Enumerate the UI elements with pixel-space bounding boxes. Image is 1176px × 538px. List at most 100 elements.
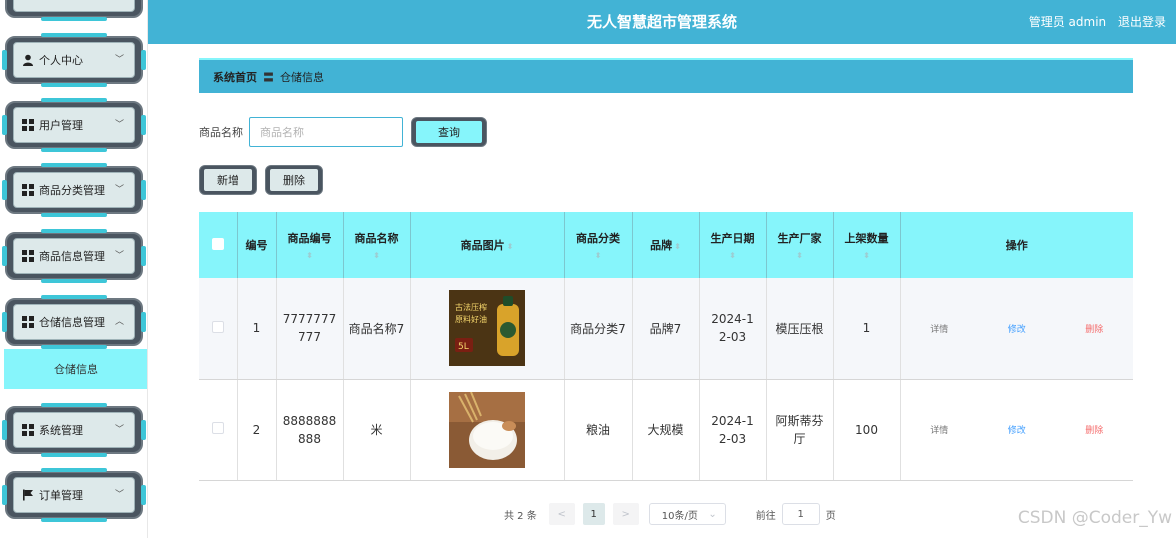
- chevron-down-icon: ⌄: [708, 508, 717, 520]
- svg-text:古法压榨: 古法压榨: [455, 302, 487, 312]
- sort-icon[interactable]: ⬍: [767, 252, 833, 260]
- add-button-label: 新增: [204, 169, 252, 191]
- goto-suffix: 页: [825, 510, 836, 522]
- sort-icon[interactable]: ⬍: [565, 252, 632, 260]
- delete-button[interactable]: 删除: [265, 165, 323, 195]
- sidebar-item-category-management[interactable]: 商品分类管理 ﹀: [2, 163, 146, 217]
- col-ops: 操作: [900, 212, 1133, 278]
- chevron-down-icon: ﹀: [114, 251, 124, 262]
- top-header: 无人智慧超市管理系统 管理员 admin 退出登录: [148, 0, 1176, 44]
- sort-icon[interactable]: ⬍: [277, 252, 343, 260]
- grid-icon: [22, 184, 34, 196]
- row-checkbox-cell[interactable]: [199, 379, 238, 481]
- user-icon: [22, 54, 34, 66]
- pagination: 共 2 条 < 1 > 10条/页 ⌄ 前往 1 页: [504, 503, 836, 525]
- cell-qty: 1: [833, 278, 901, 380]
- table-row: 1 7777777777 商品名称7 古法压榨 原料好油 5L 商品分类7 品牌…: [199, 278, 1133, 380]
- sort-icon[interactable]: ⬍: [700, 252, 766, 260]
- page-size-value: 10条/页: [661, 510, 698, 522]
- col-date[interactable]: 生产日期 ⬍: [699, 212, 767, 278]
- cell-maker: 模压压根: [766, 278, 834, 380]
- sort-icon[interactable]: ⬍: [834, 252, 900, 260]
- chevron-down-icon: ﹀: [114, 185, 124, 196]
- storage-table: 编号 商品编号 ⬍ 商品名称 ⬍ 商品图片 ⬍ 商品分类 ⬍ 品牌 ⬍ 生产日期 ⬍ 生产厂…: [199, 212, 1133, 481]
- sidebar-item-system-management[interactable]: 系统管理 ﹀: [2, 403, 146, 457]
- col-name[interactable]: 商品名称 ⬍: [343, 212, 411, 278]
- sidebar-item-label: 商品信息管理: [39, 250, 105, 263]
- cell-id: 1: [237, 278, 277, 380]
- header-user-area: 管理员 admin 退出登录: [1021, 0, 1166, 44]
- cell-image: [410, 379, 565, 481]
- cell-category: 粮油: [564, 379, 633, 481]
- row-checkbox-cell[interactable]: [199, 278, 238, 380]
- sort-icon[interactable]: ⬍: [674, 242, 681, 251]
- chevron-down-icon: ﹀: [114, 120, 124, 131]
- sidebar-item-label: 用户管理: [39, 119, 83, 132]
- sidebar-item-personal-center[interactable]: 个人中心 ﹀: [2, 33, 146, 87]
- grid-icon: [22, 250, 34, 262]
- cell-ops: 详情 修改 删除: [900, 278, 1133, 380]
- select-all-header[interactable]: [199, 212, 238, 278]
- col-code[interactable]: 商品编号 ⬍: [276, 212, 344, 278]
- oil-bottle-image: 古法压榨 原料好油 5L: [449, 290, 525, 367]
- edit-button[interactable]: 修改: [1008, 322, 1026, 335]
- col-category[interactable]: 商品分类 ⬍: [564, 212, 633, 278]
- sidebar-item-label: 个人中心: [39, 54, 83, 67]
- grid-icon: [22, 316, 34, 328]
- sidebar-item-label: 仓储信息管理: [39, 316, 105, 329]
- cell-date: 2024-12-03: [699, 278, 767, 380]
- chevron-down-icon: ﹀: [114, 55, 124, 66]
- detail-button[interactable]: 详情: [930, 423, 948, 436]
- row-checkbox[interactable]: [211, 320, 224, 333]
- col-brand[interactable]: 品牌 ⬍: [632, 212, 700, 278]
- page-number-1[interactable]: 1: [582, 503, 605, 525]
- goto-page-input[interactable]: 1: [781, 503, 820, 525]
- table-header-row: 编号 商品编号 ⬍ 商品名称 ⬍ 商品图片 ⬍ 商品分类 ⬍ 品牌 ⬍ 生产日期 ⬍ 生产厂…: [199, 212, 1133, 278]
- prev-page-button[interactable]: <: [548, 503, 575, 525]
- search-label: 商品名称: [199, 126, 243, 139]
- sort-icon[interactable]: ⬍: [344, 252, 410, 260]
- col-maker[interactable]: 生产厂家 ⬍: [766, 212, 834, 278]
- row-delete-button[interactable]: 删除: [1085, 423, 1103, 436]
- row-delete-button[interactable]: 删除: [1085, 322, 1103, 335]
- svg-text:5L: 5L: [458, 342, 469, 352]
- cell-name: 商品名称7: [343, 278, 411, 380]
- flag-icon: [22, 489, 34, 501]
- logout-link[interactable]: 退出登录: [1118, 15, 1166, 29]
- sidebar-subitem-label: 仓储信息: [54, 363, 98, 376]
- col-qty[interactable]: 上架数量 ⬍: [833, 212, 901, 278]
- delete-button-label: 删除: [270, 169, 318, 191]
- cell-category: 商品分类7: [564, 278, 633, 380]
- sidebar-item-label: 商品分类管理: [39, 184, 105, 197]
- sidebar-item-product-management[interactable]: 商品信息管理 ﹀: [2, 229, 146, 283]
- col-id: 编号: [237, 212, 277, 278]
- sidebar-item-top-partial[interactable]: [5, 0, 143, 21]
- row-checkbox[interactable]: [211, 422, 224, 434]
- select-all-checkbox[interactable]: [211, 237, 224, 250]
- chevron-down-icon: ﹀: [114, 490, 124, 501]
- chevron-down-icon: ﹀: [114, 425, 124, 436]
- sidebar-item-user-management[interactable]: 用户管理 ﹀: [2, 98, 146, 152]
- search-input[interactable]: [249, 117, 403, 147]
- sort-icon[interactable]: ⬍: [507, 242, 514, 251]
- detail-button[interactable]: 详情: [930, 322, 948, 335]
- breadcrumb-home[interactable]: 系统首页: [213, 69, 257, 85]
- rice-bowl-image: [449, 391, 525, 468]
- col-image[interactable]: 商品图片 ⬍: [410, 212, 565, 278]
- edit-button[interactable]: 修改: [1008, 423, 1026, 436]
- sidebar-item-label: 订单管理: [39, 489, 83, 502]
- sidebar-item-order-management[interactable]: 订单管理 ﹀: [2, 468, 146, 522]
- chevron-up-icon: ︿: [114, 317, 124, 328]
- sidebar-item-label: 系统管理: [39, 424, 83, 437]
- sidebar-subitem-storage-info[interactable]: 仓储信息: [4, 349, 147, 389]
- cell-ops: 详情 修改 删除: [900, 379, 1133, 481]
- watermark: CSDN @Coder_Yw: [1017, 508, 1172, 528]
- cell-id: 2: [237, 379, 277, 481]
- breadcrumb-current: 仓储信息: [280, 70, 324, 84]
- search-button[interactable]: 查询: [411, 117, 487, 147]
- add-button[interactable]: 新增: [199, 165, 257, 195]
- next-page-button[interactable]: >: [612, 503, 639, 525]
- sidebar-item-storage-management[interactable]: 仓储信息管理 ︿: [2, 295, 146, 349]
- pagination-total: 共 2 条: [504, 510, 537, 522]
- page-size-select[interactable]: 10条/页 ⌄: [648, 503, 726, 525]
